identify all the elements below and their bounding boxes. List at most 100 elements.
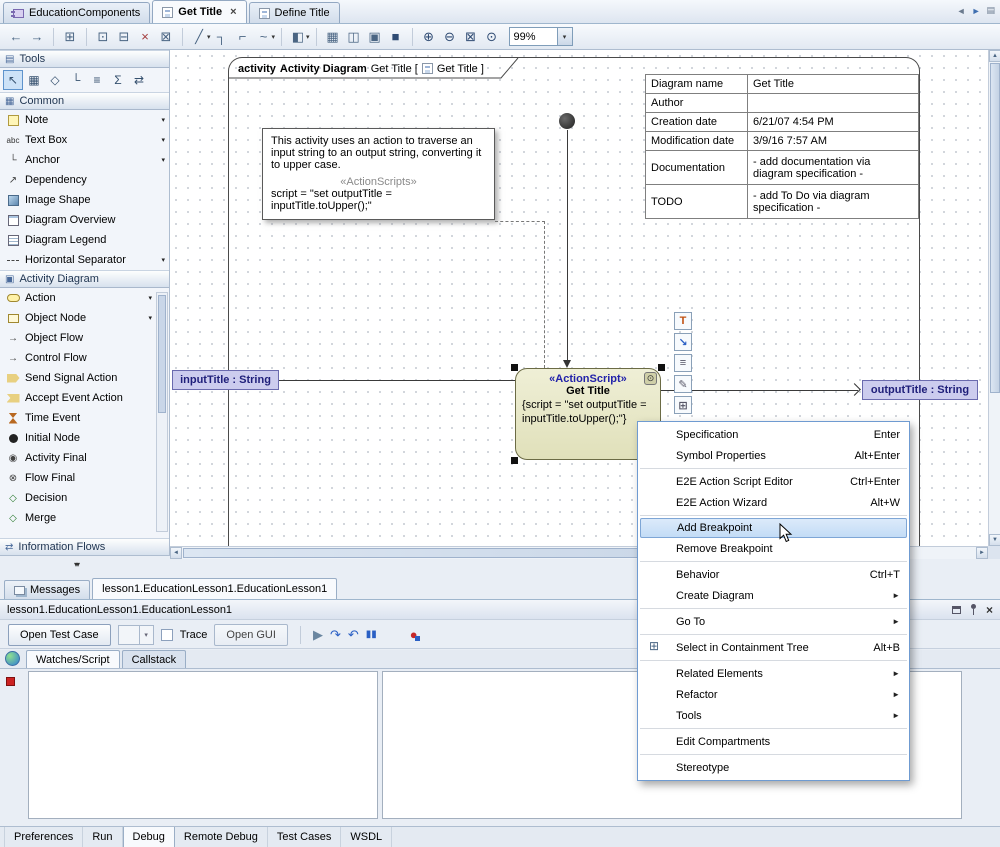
tab-get-title[interactable]: Get Title × (152, 0, 246, 23)
back-icon[interactable]: ← (6, 27, 26, 47)
footer-tab-run[interactable]: Run (83, 827, 122, 847)
footer-tab-preferences[interactable]: Preferences (4, 827, 83, 847)
palette-item-object-node[interactable]: Object Node ▾ (0, 308, 169, 328)
tab-lesson1[interactable]: lesson1.EducationLesson1.EducationLesson… (92, 578, 337, 599)
float-panel-icon[interactable] (952, 606, 961, 614)
select-tool-icon[interactable]: ↖ (3, 70, 23, 90)
palette-item-initial-node[interactable]: Initial Node (0, 428, 169, 448)
menu-item-edit-compartments[interactable]: Edit Compartments (638, 731, 909, 752)
smart-manipulator-icon[interactable]: ↘ (674, 333, 692, 351)
scroll-up-icon[interactable]: ▲ (989, 50, 1000, 62)
zoom-fit-icon[interactable]: ⊙ (482, 27, 502, 47)
footer-tab-debug[interactable]: Debug (123, 827, 175, 847)
zoom-in-icon[interactable]: ⊕ (419, 27, 439, 47)
zoom-dropdown-icon[interactable]: ▾ (557, 28, 572, 45)
palette-item-object-flow[interactable]: → Object Flow (0, 328, 169, 348)
tools-palette-icon[interactable]: └ (66, 70, 86, 90)
step-over-icon[interactable]: ↶ (348, 627, 359, 643)
clone-icon[interactable]: ⊠ (156, 27, 176, 47)
menu-item-select-in-containment-tree[interactable]: ⊞ Select in Containment Tree Alt+B (638, 637, 909, 658)
scroll-tabs-right-icon[interactable]: ► (972, 6, 981, 16)
initial-node[interactable] (559, 113, 575, 129)
menu-item-behavior[interactable]: Behavior Ctrl+T (638, 564, 909, 585)
palette-item-image-shape[interactable]: Image Shape (0, 190, 169, 210)
tab-watches-script[interactable]: Watches/Script (26, 650, 120, 668)
dropdown-arrow-icon[interactable]: ▾ (306, 33, 310, 41)
dropdown-arrow-icon[interactable]: ▾ (161, 256, 165, 264)
dropdown-arrow-icon[interactable]: ▾ (207, 33, 211, 41)
menu-item-refactor[interactable]: Refactor ► (638, 684, 909, 705)
palette-item-decision[interactable]: ◇ Decision (0, 488, 169, 508)
tab-list-icon[interactable]: ▤ (986, 5, 995, 16)
selection-handle[interactable] (511, 457, 518, 464)
scroll-right-icon[interactable]: ► (976, 547, 988, 559)
trace-checkbox[interactable] (161, 629, 173, 641)
palette-item-anchor[interactable]: └ Anchor ▾ (0, 150, 169, 170)
menu-item-create-diagram[interactable]: Create Diagram ► (638, 585, 909, 606)
palette-item-diagram-overview[interactable]: Diagram Overview (0, 210, 169, 230)
tab-messages[interactable]: Messages (4, 580, 90, 599)
dropdown-arrow-icon[interactable]: ▾ (161, 156, 165, 164)
palette-item-horizontal-separator[interactable]: Horizontal Separator ▾ (0, 250, 169, 270)
palette-item-diagram-legend[interactable]: Diagram Legend (0, 230, 169, 250)
tools-palette-icon[interactable]: ◇ (45, 70, 65, 90)
tools-palette-icon[interactable]: ⇄ (129, 70, 149, 90)
palette-item-text-box[interactable]: abc Text Box ▾ (0, 130, 169, 150)
appearance-icon[interactable]: ◧ (288, 27, 308, 47)
palette-item-action[interactable]: Action ▾ (0, 288, 169, 308)
smart-manipulator-icon[interactable]: ≡ (674, 354, 692, 372)
diagram-note[interactable]: This activity uses an action to traverse… (262, 128, 495, 220)
selection-handle[interactable] (658, 364, 665, 371)
open-test-case-button[interactable]: Open Test Case (8, 624, 111, 646)
close-panel-icon[interactable]: × (986, 605, 993, 615)
canvas-vertical-scrollbar[interactable]: ▲ ▼ (988, 50, 1000, 546)
footer-tab-test-cases[interactable]: Test Cases (268, 827, 341, 847)
palette-item-accept-event-action[interactable]: Accept Event Action (0, 388, 169, 408)
close-tab-icon[interactable]: × (230, 6, 236, 18)
palette-item-merge[interactable]: ◇ Merge (0, 508, 169, 528)
scroll-left-icon[interactable]: ◄ (170, 547, 182, 559)
dropdown-arrow-icon[interactable]: ▾ (161, 116, 165, 124)
menu-item-e2e-action-wizard[interactable]: E2E Action Wizard Alt+W (638, 492, 909, 513)
test-case-combobox[interactable]: ▾ (118, 625, 154, 645)
rectilinear-path-icon[interactable]: ┐ (212, 27, 232, 47)
smart-manipulator-icon[interactable]: ⊞ (674, 396, 692, 414)
palette-scrollbar[interactable] (156, 292, 168, 532)
copy-icon[interactable]: ⊡ (93, 27, 113, 47)
layout-icon[interactable]: ◫ (344, 27, 364, 47)
delete-icon[interactable]: × (135, 27, 155, 47)
forward-icon[interactable]: → (27, 27, 47, 47)
fullscreen-icon[interactable]: ■ (386, 27, 406, 47)
palette-item-time-event[interactable]: Time Event (0, 408, 169, 428)
menu-item-symbol-properties[interactable]: Symbol Properties Alt+Enter (638, 445, 909, 466)
image-shape-icon[interactable]: ▣ (365, 27, 385, 47)
selection-handle[interactable] (511, 364, 518, 371)
zoom-out-icon[interactable]: ⊖ (440, 27, 460, 47)
footer-tab-remote-debug[interactable]: Remote Debug (175, 827, 268, 847)
tab-define-title[interactable]: Define Title (249, 2, 340, 23)
dropdown-arrow-icon[interactable]: ▾ (148, 294, 152, 302)
menu-item-remove-breakpoint[interactable]: Remove Breakpoint (638, 538, 909, 559)
palette-scrollbar-thumb[interactable] (158, 295, 166, 413)
watches-panel[interactable] (28, 671, 378, 819)
scroll-down-icon[interactable]: ▼ (989, 534, 1000, 546)
menu-item-tools[interactable]: Tools ► (638, 705, 909, 726)
pin-panel-icon[interactable] (970, 604, 977, 615)
smart-manipulator-icon[interactable]: ✎ (674, 375, 692, 393)
combo-dropdown-icon[interactable]: ▾ (139, 626, 153, 644)
breakpoint-marker[interactable] (6, 677, 15, 686)
oblique-path-icon[interactable]: ╱ (189, 27, 209, 47)
palette-header-tools[interactable]: ▤ Tools (0, 50, 169, 68)
diagram-info-table[interactable]: Diagram name Get Title Author Creation d… (645, 74, 919, 219)
spline-path-icon[interactable]: ~ (254, 27, 274, 47)
action-script-badge-icon[interactable]: ⊙ (644, 372, 657, 385)
menu-item-stereotype[interactable]: Stereotype (638, 757, 909, 778)
input-object-flow-line[interactable] (279, 380, 515, 381)
palette-header-information-flows[interactable]: ⇄ Information Flows (0, 538, 169, 556)
tools-palette-icon[interactable]: Σ (108, 70, 128, 90)
step-into-icon[interactable]: ↷ (330, 627, 341, 643)
zoom-combobox[interactable]: 99% ▾ (509, 27, 573, 46)
dropdown-arrow-icon[interactable]: ▾ (161, 136, 165, 144)
grid-icon[interactable]: ▦ (323, 27, 343, 47)
menu-item-add-breakpoint[interactable]: Add Breakpoint (640, 518, 907, 538)
